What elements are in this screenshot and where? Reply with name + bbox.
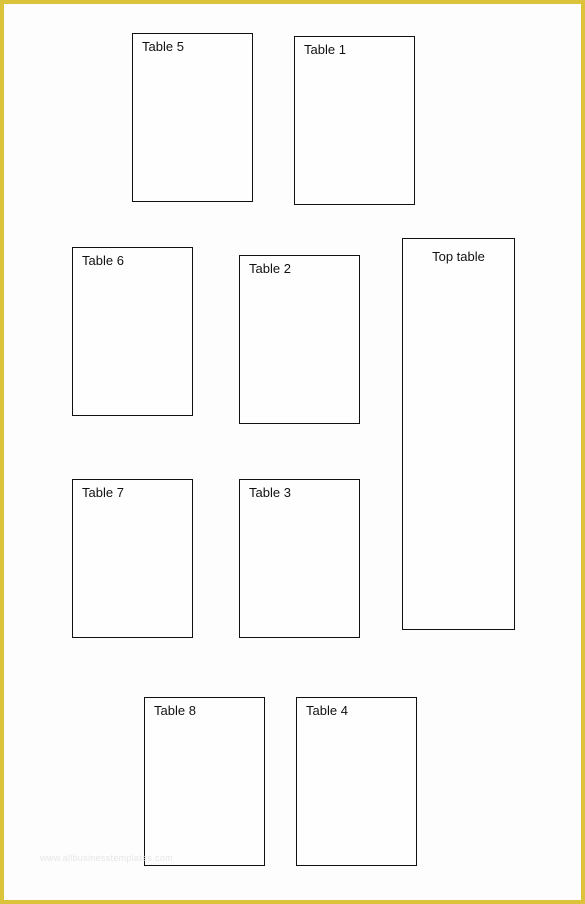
table-label: Table 1: [304, 42, 346, 57]
table-4: Table 4: [296, 697, 417, 866]
table-5: Table 5: [132, 33, 253, 202]
table-3: Table 3: [239, 479, 360, 638]
table-label: Top table: [432, 249, 485, 264]
table-label: Table 5: [142, 39, 184, 54]
table-8: Table 8: [144, 697, 265, 866]
table-label: Table 7: [82, 485, 124, 500]
top-table: Top table: [402, 238, 515, 630]
table-label: Table 6: [82, 253, 124, 268]
table-6: Table 6: [72, 247, 193, 416]
watermark: www.allbusinesstemplates.com: [40, 853, 173, 863]
table-label: Table 2: [249, 261, 291, 276]
table-label: Table 3: [249, 485, 291, 500]
table-7: Table 7: [72, 479, 193, 638]
table-1: Table 1: [294, 36, 415, 205]
table-label: Table 4: [306, 703, 348, 718]
table-2: Table 2: [239, 255, 360, 424]
table-label: Table 8: [154, 703, 196, 718]
